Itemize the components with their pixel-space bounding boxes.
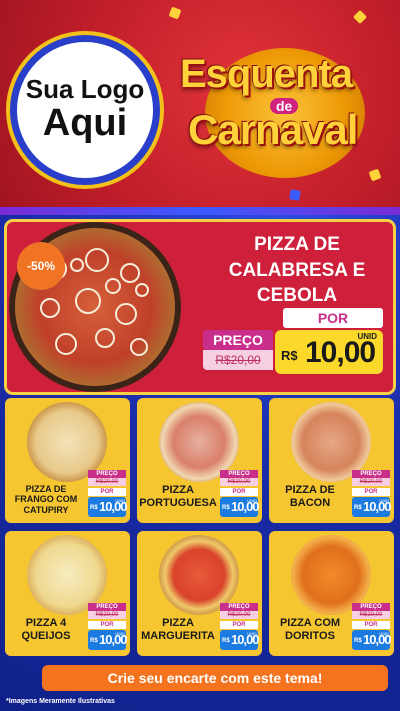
currency-symbol: R$ xyxy=(222,505,230,511)
currency-symbol: R$ xyxy=(90,505,98,511)
onion-ring xyxy=(85,248,109,272)
old-price: R$20,00 xyxy=(220,611,258,619)
new-price: 10,00 xyxy=(305,336,376,369)
preco-label: PREÇO xyxy=(88,603,126,611)
featured-offer[interactable]: -50% PIZZA DE CALABRESA E CEBOLA PREÇO R… xyxy=(7,222,393,392)
por-label: POR xyxy=(352,488,390,496)
product-name: PIZZA DE FRANGO COM CATUPIRY xyxy=(14,484,78,515)
new-price-tag: R$ 10,00 UNID xyxy=(352,630,392,650)
currency-symbol: R$ xyxy=(90,638,98,644)
onion-ring xyxy=(135,283,149,297)
unit-label: UNID xyxy=(357,332,377,341)
featured-product-name: PIZZA DE CALABRESA E CEBOLA xyxy=(228,234,366,307)
preco-label: PREÇO xyxy=(352,470,390,478)
logo-text-line2: Aqui xyxy=(42,101,128,144)
product-card[interactable]: PIZZA COM DORITOS PREÇO R$20,00 POR R$ 10… xyxy=(269,531,394,656)
onion-ring xyxy=(75,288,101,314)
header-banner: Sua Logo Aqui Esquenta de Carnaval xyxy=(0,0,400,215)
title-word-carnaval: Carnaval xyxy=(188,106,358,153)
featured-price-block: PREÇO R$20,00 POR R$ 10,00 UNID xyxy=(203,308,383,380)
new-price-tag: R$ 10,00 UNID xyxy=(352,497,392,517)
price-block: PREÇO R$20,00 POR R$ 10,00 UNID xyxy=(220,603,260,653)
onion-ring xyxy=(55,333,77,355)
onion-ring xyxy=(70,258,84,272)
preco-label: PREÇO xyxy=(203,330,273,350)
old-price: R$20,00 xyxy=(203,350,273,370)
unit-label: UNID xyxy=(247,631,257,636)
por-label: POR xyxy=(88,621,126,629)
unit-label: UNID xyxy=(379,631,389,636)
flyer-page: Sua Logo Aqui Esquenta de Carnaval -50% … xyxy=(0,0,400,711)
product-name: PIZZA DE BACON xyxy=(285,484,335,509)
product-card[interactable]: PIZZA MARGUERITA PREÇO R$20,00 POR R$ 10,… xyxy=(137,531,262,656)
price-block: PREÇO R$20,00 POR R$ 10,00 UNID xyxy=(88,470,128,520)
old-price: R$20,00 xyxy=(88,478,126,486)
new-price-tag: R$ 10,00 UNID xyxy=(88,630,128,650)
unit-label: UNID xyxy=(379,498,389,503)
logo-placeholder[interactable]: Sua Logo Aqui xyxy=(10,35,160,185)
discount-badge: -50% xyxy=(17,242,65,290)
por-label: POR xyxy=(283,308,383,328)
currency-symbol: R$ xyxy=(354,505,362,511)
preco-label: PREÇO xyxy=(220,603,258,611)
unit-label: UNID xyxy=(115,631,125,636)
title-word-esquenta: Esquenta xyxy=(180,52,353,96)
new-price-tag: R$ 10,00 UNID xyxy=(275,330,383,374)
por-label: POR xyxy=(88,488,126,496)
unit-label: UNID xyxy=(247,498,257,503)
price-block: PREÇO R$20,00 POR R$ 10,00 UNID xyxy=(352,603,392,653)
product-card[interactable]: PIZZA DE BACON PREÇO R$20,00 POR R$ 10,00… xyxy=(269,398,394,523)
old-price: R$20,00 xyxy=(352,478,390,486)
product-name: PIZZA PORTUGUESA xyxy=(139,484,217,509)
new-price-tag: R$ 10,00 UNID xyxy=(88,497,128,517)
onion-ring xyxy=(105,278,121,294)
product-name: PIZZA 4 QUEIJOS xyxy=(21,617,71,642)
logo-text-line1: Sua Logo xyxy=(25,74,145,105)
onion-ring xyxy=(115,303,137,325)
currency-symbol: R$ xyxy=(222,638,230,644)
por-label: POR xyxy=(352,621,390,629)
old-price: R$20,00 xyxy=(352,611,390,619)
product-name: PIZZA COM DORITOS xyxy=(279,617,341,642)
carnival-title: Esquenta de Carnaval xyxy=(170,20,395,200)
product-card[interactable]: PIZZA 4 QUEIJOS PREÇO R$20,00 POR R$ 10,0… xyxy=(5,531,130,656)
por-label: POR xyxy=(220,488,258,496)
new-price-tag: R$ 10,00 UNID xyxy=(220,497,260,517)
confetti xyxy=(168,6,182,20)
onion-ring xyxy=(120,263,140,283)
product-card[interactable]: PIZZA PORTUGUESA PREÇO R$20,00 POR R$ 10,… xyxy=(137,398,262,523)
old-price: R$20,00 xyxy=(88,611,126,619)
preco-label: PREÇO xyxy=(220,470,258,478)
preco-label: PREÇO xyxy=(88,470,126,478)
currency-symbol: R$ xyxy=(281,348,298,363)
preco-label: PREÇO xyxy=(352,603,390,611)
new-price-tag: R$ 10,00 UNID xyxy=(220,630,260,650)
currency-symbol: R$ xyxy=(354,638,362,644)
unit-label: UNID xyxy=(115,498,125,503)
disclaimer-text: *Imagens Meramente Ilustrativas xyxy=(6,698,115,705)
onion-ring xyxy=(95,328,115,348)
product-grid: PIZZA DE FRANGO COM CATUPIRY PREÇO R$20,… xyxy=(5,398,395,660)
onion-ring xyxy=(130,338,148,356)
old-price: R$20,00 xyxy=(220,478,258,486)
price-block: PREÇO R$20,00 POR R$ 10,00 UNID xyxy=(220,470,260,520)
product-card[interactable]: PIZZA DE FRANGO COM CATUPIRY PREÇO R$20,… xyxy=(5,398,130,523)
product-name: PIZZA MARGUERITA xyxy=(141,617,215,642)
por-label: POR xyxy=(220,621,258,629)
price-block: PREÇO R$20,00 POR R$ 10,00 UNID xyxy=(352,470,392,520)
create-flyer-button[interactable]: Crie seu encarte com este tema! xyxy=(42,665,388,691)
price-block: PREÇO R$20,00 POR R$ 10,00 UNID xyxy=(88,603,128,653)
onion-ring xyxy=(40,298,60,318)
